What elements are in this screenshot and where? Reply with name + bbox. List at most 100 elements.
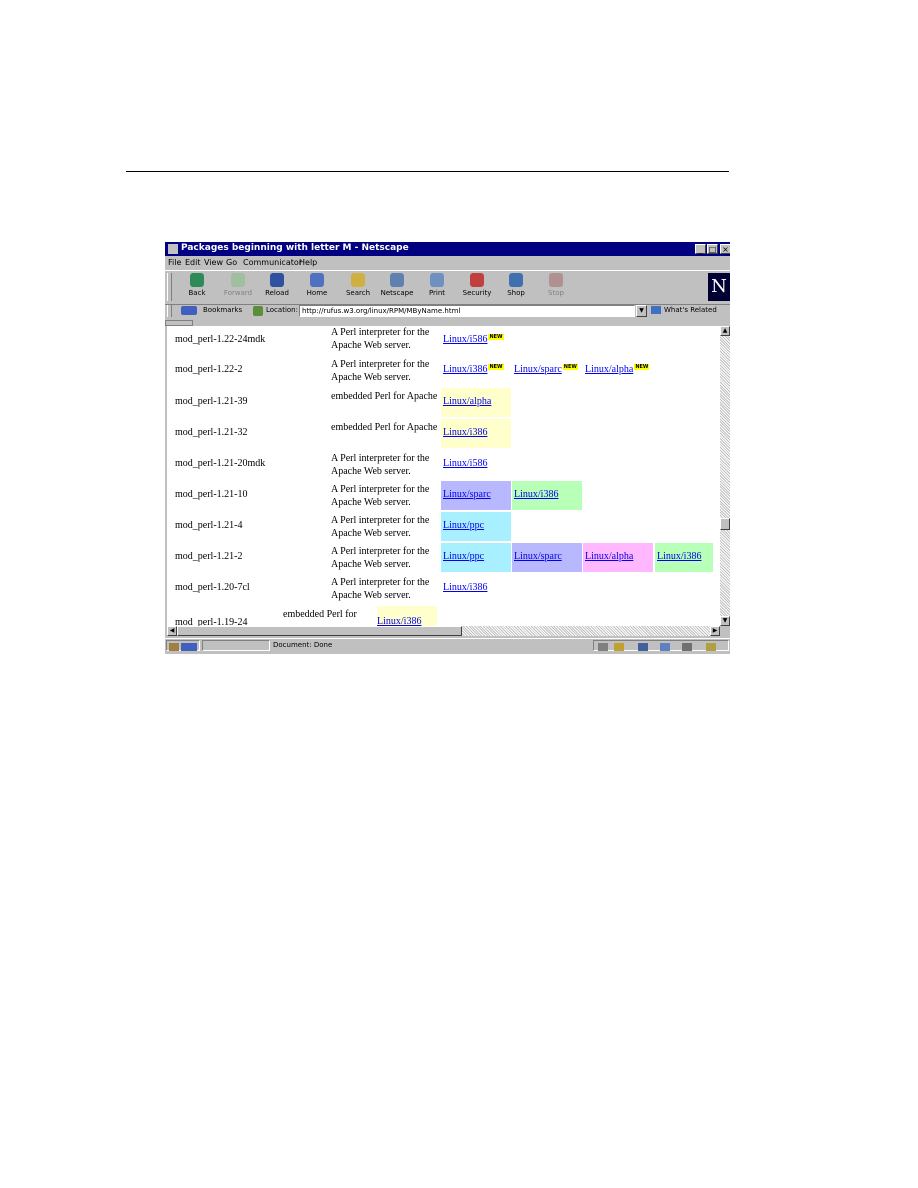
location-grip[interactable] [167, 305, 172, 317]
scroll-up-button[interactable]: ▲ [720, 326, 730, 336]
netscape-logo[interactable]: N [708, 273, 730, 301]
package-name: mod_perl-1.22-24mdk [175, 334, 266, 345]
location-label: Location: [266, 306, 298, 314]
build-link[interactable]: Linux/sparc NEW [514, 364, 578, 375]
security-button[interactable]: Security [457, 273, 497, 301]
menu-communicator[interactable]: Communicator [243, 258, 302, 267]
build-link[interactable]: Linux/i386 [443, 427, 487, 438]
build-cell: Linux/alpha [441, 388, 511, 417]
new-badge: NEW [562, 364, 578, 370]
build-link-label: Linux/alpha [585, 364, 634, 375]
print-icon [430, 273, 444, 287]
composer-icon[interactable] [682, 643, 692, 651]
title-bar: Packages beginning with letter M - Netsc… [165, 242, 730, 256]
build-cell: Linux/i586 [441, 450, 511, 479]
build-cell: Linux/i586 NEW [441, 326, 509, 355]
menu-edit[interactable]: Edit [185, 258, 201, 267]
home-icon [310, 273, 324, 287]
search-button[interactable]: Search [338, 273, 378, 301]
build-link[interactable]: Linux/i586 NEW [443, 334, 504, 345]
build-link[interactable]: Linux/i386 [514, 489, 558, 500]
netscape-button[interactable]: Netscape [377, 273, 417, 301]
whats-related-label: What's Related [664, 306, 717, 314]
build-link[interactable]: Linux/i586 [443, 458, 487, 469]
scroll-down-button[interactable]: ▼ [720, 616, 730, 626]
navigation-toolbar: Back Forward Reload Home Search Netscape… [165, 270, 730, 305]
build-link[interactable]: Linux/i386 NEW [443, 364, 504, 375]
location-toolbar: Bookmarks Location: ▼ What's Related [165, 304, 730, 318]
window-title: Packages beginning with letter M - Netsc… [181, 243, 409, 253]
build-link-label: Linux/sparc [514, 364, 562, 375]
build-link[interactable]: Linux/alpha NEW [585, 364, 650, 375]
build-link[interactable]: Linux/sparc [514, 551, 562, 562]
menu-file[interactable]: File [168, 258, 181, 267]
new-badge: NEW [488, 364, 504, 370]
build-link[interactable]: Linux/sparc [443, 489, 491, 500]
status-bar: Document: Done [165, 638, 730, 653]
lock-icon [470, 273, 484, 287]
netscape-window: Packages beginning with letter M - Netsc… [165, 242, 730, 654]
reload-button[interactable]: Reload [257, 273, 297, 301]
menu-view[interactable]: View [204, 258, 223, 267]
security-status-panel[interactable] [166, 640, 200, 651]
bookmarks-button[interactable]: Bookmarks [203, 306, 242, 314]
horizontal-scroll-thumb[interactable] [177, 626, 462, 636]
bookmarks-icon[interactable] [181, 306, 197, 315]
print-button[interactable]: Print [417, 273, 457, 301]
package-description: embedded Perl for Apache [331, 422, 438, 433]
package-description: A Perl interpreter for the Apache Web se… [331, 327, 430, 351]
build-cell: Linux/sparc NEW [512, 356, 580, 385]
scroll-left-button[interactable]: ◀ [167, 626, 177, 636]
build-cell: Linux/sparc [512, 543, 582, 572]
build-cell: Linux/i386 NEW [441, 356, 509, 385]
status-text: Document: Done [273, 641, 333, 649]
toolbar-grip[interactable] [167, 273, 172, 301]
shop-button[interactable]: Shop [496, 273, 536, 301]
build-link[interactable]: Linux/i386 [443, 582, 487, 593]
home-button[interactable]: Home [297, 273, 337, 301]
shop-icon [509, 273, 523, 287]
scroll-right-button[interactable]: ▶ [710, 626, 720, 636]
whats-related-button[interactable]: What's Related [651, 306, 717, 314]
vertical-scroll-thumb[interactable] [720, 518, 730, 530]
menu-go[interactable]: Go [226, 258, 237, 267]
edit-icon[interactable] [706, 643, 716, 651]
package-description: A Perl interpreter for the Apache Web se… [331, 453, 430, 477]
navigator-icon[interactable] [614, 643, 624, 651]
location-dropdown-button[interactable]: ▼ [636, 305, 647, 317]
vertical-scrollbar[interactable]: ▲ ▼ [720, 326, 730, 626]
minimize-button[interactable]: _ [695, 244, 706, 254]
build-link[interactable]: Linux/alpha [585, 551, 633, 562]
location-url-field[interactable] [299, 305, 635, 317]
stop-button[interactable]: Stop [536, 273, 576, 301]
menu-bar: File Edit View Go Communicator Help [165, 257, 730, 269]
mail-icon[interactable] [638, 643, 648, 651]
discussion-icon[interactable] [660, 643, 670, 651]
build-link[interactable]: Linux/i386 [657, 551, 701, 562]
close-button[interactable]: × [720, 244, 730, 254]
build-cell: Linux/i386 [512, 481, 582, 510]
build-cell: Linux/alpha [583, 543, 653, 572]
build-link[interactable]: Linux/ppc [443, 551, 484, 562]
package-name: mod_perl-1.21-4 [175, 520, 243, 531]
page-content: mod_perl-1.22-24mdk A Perl interpreter f… [167, 326, 720, 626]
forward-button[interactable]: Forward [218, 273, 258, 301]
build-link-label: Linux/i386 [443, 364, 488, 375]
build-cell: Linux/i386 [655, 543, 713, 572]
netscape-guide-icon [390, 273, 404, 287]
menu-help[interactable]: Help [299, 258, 317, 267]
build-cell: Linux/sparc [441, 481, 511, 510]
reload-icon [270, 273, 284, 287]
build-cell: Linux/i386 [377, 606, 437, 626]
package-name: mod_perl-1.21-2 [175, 551, 243, 562]
build-link[interactable]: Linux/ppc [443, 520, 484, 531]
build-link[interactable]: Linux/alpha [443, 396, 491, 407]
package-description: A Perl interpreter for the Apache Web se… [331, 515, 430, 539]
package-name: mod_perl-1.19-24 [175, 617, 248, 626]
build-link[interactable]: Linux/i386 [377, 616, 421, 626]
back-button[interactable]: Back [177, 273, 217, 301]
horizontal-scrollbar[interactable]: ◀ ▶ [167, 626, 720, 636]
maximize-button[interactable]: □ [707, 244, 718, 254]
package-description: A Perl interpreter for the Apache Web se… [331, 359, 430, 383]
lock-status-icon [169, 643, 179, 651]
